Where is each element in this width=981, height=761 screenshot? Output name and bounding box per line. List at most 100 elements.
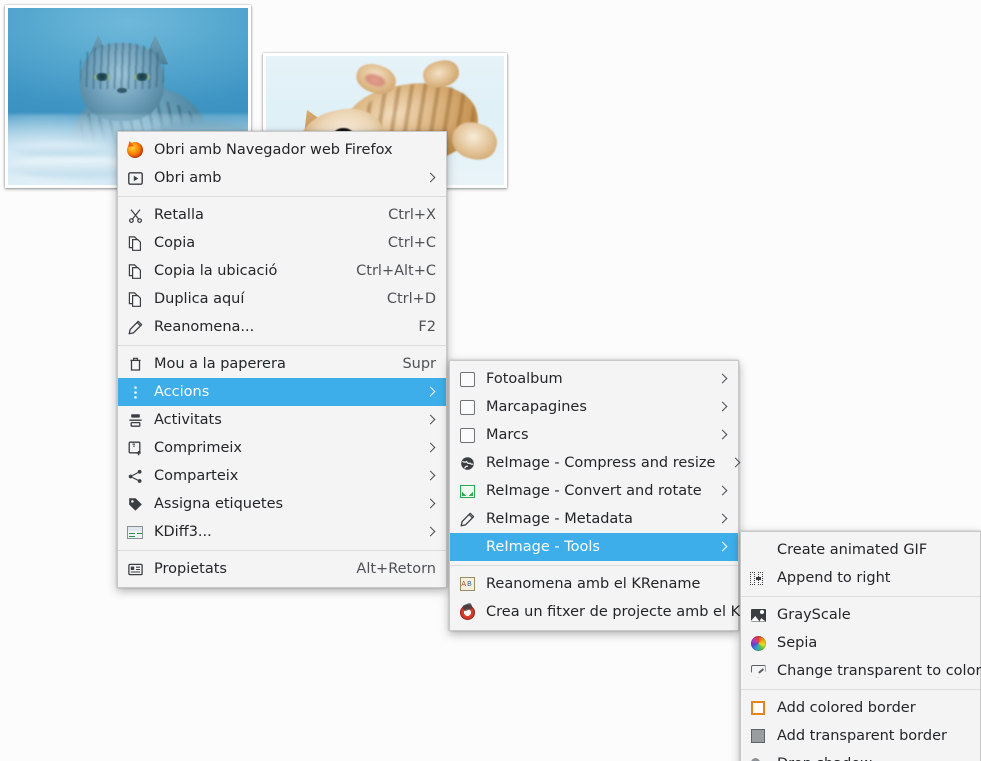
pencil-icon — [126, 318, 144, 336]
menu-item-reimage-compress-and-resize[interactable]: ReImage - Compress and resize — [450, 449, 738, 477]
menu-item-label: Copia la ubicació — [154, 263, 278, 279]
menu-item-fotoalbum[interactable]: Fotoalbum — [450, 365, 738, 393]
menu-item-label: Obri amb — [154, 170, 222, 186]
menu-separator — [118, 196, 446, 197]
menu-item-kdiff3[interactable]: KDiff3... — [118, 518, 446, 546]
checkbox-icon — [458, 370, 476, 388]
menu-item-label: Drop shadow — [777, 756, 970, 761]
menu-item-duplicate-here[interactable]: Duplica aquí Ctrl+D — [118, 285, 446, 313]
chevron-right-icon — [731, 456, 741, 470]
colored-border-icon — [749, 699, 767, 717]
chevron-right-icon — [426, 497, 436, 511]
menu-item-shortcut: Supr — [402, 356, 436, 372]
accions-submenu[interactable]: Fotoalbum Marcapagines Marcs ReImage - C… — [449, 360, 759, 631]
menu-item-grayscale[interactable]: GrayScale — [741, 601, 980, 629]
append-right-icon — [749, 569, 767, 587]
menu-item-label: Assigna etiquetes — [154, 496, 284, 512]
menu-item-append-to-right[interactable]: Append to right — [741, 564, 980, 592]
menu-item-create-animated-gif[interactable]: Create animated GIF — [741, 536, 980, 564]
menu-item-comprimeix[interactable]: Comprimeix — [118, 434, 446, 462]
menu-item-label: Obri amb Navegador web Firefox — [154, 142, 393, 158]
chevron-right-icon — [426, 441, 436, 455]
menu-item-label: Accions — [154, 384, 210, 400]
menu-item-label: Copia — [154, 235, 196, 251]
menu-item-assigna-etiquetes[interactable]: Assigna etiquetes — [118, 490, 446, 518]
menu-item-open-with-firefox[interactable]: Obri amb Navegador web Firefox — [118, 136, 446, 164]
menu-item-accions[interactable]: Accions — [118, 378, 446, 406]
transparency-icon — [749, 662, 767, 680]
menu-item-cut[interactable]: Retalla Ctrl+X — [118, 201, 446, 229]
desktop-root: Obri amb Navegador web Firefox Obri amb … — [0, 0, 981, 761]
menu-item-shortcut: Ctrl+D — [386, 291, 436, 307]
menu-item-reimage-tools[interactable]: ReImage - Tools — [450, 533, 738, 561]
menu-item-copy[interactable]: Copia Ctrl+C — [118, 229, 446, 257]
menu-separator — [118, 550, 446, 551]
menu-item-label: Marcs — [486, 427, 529, 443]
kdiff3-icon — [126, 523, 144, 541]
menu-item-move-to-trash[interactable]: Mou a la paperera Supr — [118, 350, 446, 378]
menu-item-add-colored-border[interactable]: Add colored border — [741, 694, 980, 722]
menu-item-label: Create animated GIF — [777, 542, 928, 558]
chevron-right-icon — [426, 171, 436, 185]
k3b-icon — [458, 603, 476, 621]
pencil-icon — [458, 510, 476, 528]
grayscale-image-icon — [749, 606, 767, 624]
menu-item-label: Fotoalbum — [486, 371, 563, 387]
chevron-right-icon — [426, 469, 436, 483]
trash-icon — [126, 355, 144, 373]
menu-item-label: Retalla — [154, 207, 204, 223]
activities-icon — [126, 411, 144, 429]
menu-item-activitats[interactable]: Activitats — [118, 406, 446, 434]
drop-shadow-icon — [749, 755, 767, 761]
menu-item-change-transparent-to-color[interactable]: Change transparent to color — [741, 657, 981, 685]
menu-item-label: Comparteix — [154, 468, 239, 484]
menu-item-label: GrayScale — [777, 607, 851, 623]
firefox-icon — [126, 141, 144, 159]
chevron-right-icon — [718, 372, 728, 386]
menu-item-label: ReImage - Convert and rotate — [486, 483, 702, 499]
scissors-icon — [126, 206, 144, 224]
chevron-right-icon — [718, 428, 728, 442]
menu-item-create-k3b-project[interactable]: Crea un fitxer de projecte amb el K3b — [450, 598, 759, 626]
menu-item-label: Sepia — [777, 635, 818, 651]
checkbox-icon — [458, 426, 476, 444]
menu-item-open-with[interactable]: Obri amb — [118, 164, 446, 192]
globe-icon — [458, 454, 476, 472]
menu-item-rename[interactable]: Reanomena... F2 — [118, 313, 446, 341]
menu-item-marcs[interactable]: Marcs — [450, 421, 738, 449]
menu-item-label: KDiff3... — [154, 524, 212, 540]
menu-item-propietats[interactable]: Propietats Alt+Retorn — [118, 555, 446, 583]
menu-item-drop-shadow[interactable]: Drop shadow — [741, 750, 980, 761]
cat-nose — [117, 87, 128, 93]
menu-item-label: Append to right — [777, 570, 891, 586]
menu-item-add-transparent-border[interactable]: Add transparent border — [741, 722, 980, 750]
menu-item-label: Activitats — [154, 412, 222, 428]
menu-item-shortcut: Ctrl+C — [387, 235, 436, 251]
reimage-tools-submenu[interactable]: Create animated GIF Append to right Gray… — [740, 531, 981, 761]
menu-separator — [118, 345, 446, 346]
color-wheel-icon — [749, 634, 767, 652]
menu-separator — [741, 689, 980, 690]
no-icon-placeholder — [749, 541, 767, 559]
compress-icon — [126, 439, 144, 457]
menu-item-shortcut: F2 — [418, 319, 436, 335]
menu-separator — [741, 596, 980, 597]
chevron-right-icon — [718, 484, 728, 498]
chevron-right-icon — [718, 540, 728, 554]
menu-item-comparteix[interactable]: Comparteix — [118, 462, 446, 490]
menu-item-reimage-metadata[interactable]: ReImage - Metadata — [450, 505, 738, 533]
bedding-fold-upper — [12, 142, 109, 157]
menu-item-reimage-convert-and-rotate[interactable]: ReImage - Convert and rotate — [450, 477, 738, 505]
menu-item-copy-location[interactable]: Copia la ubicació Ctrl+Alt+C — [118, 257, 446, 285]
checkbox-icon — [458, 398, 476, 416]
menu-item-shortcut: Alt+Retorn — [356, 561, 436, 577]
file-context-menu[interactable]: Obri amb Navegador web Firefox Obri amb … — [117, 131, 447, 588]
cat-eye-right — [134, 73, 150, 81]
menu-item-label: Propietats — [154, 561, 227, 577]
menu-item-rename-with-krename[interactable]: AB Reanomena amb el KRename — [450, 570, 738, 598]
menu-item-label: Change transparent to color — [777, 663, 981, 679]
tag-icon — [126, 495, 144, 513]
chevron-right-icon — [426, 525, 436, 539]
menu-item-sepia[interactable]: Sepia — [741, 629, 980, 657]
menu-item-marcapagines[interactable]: Marcapagines — [450, 393, 738, 421]
